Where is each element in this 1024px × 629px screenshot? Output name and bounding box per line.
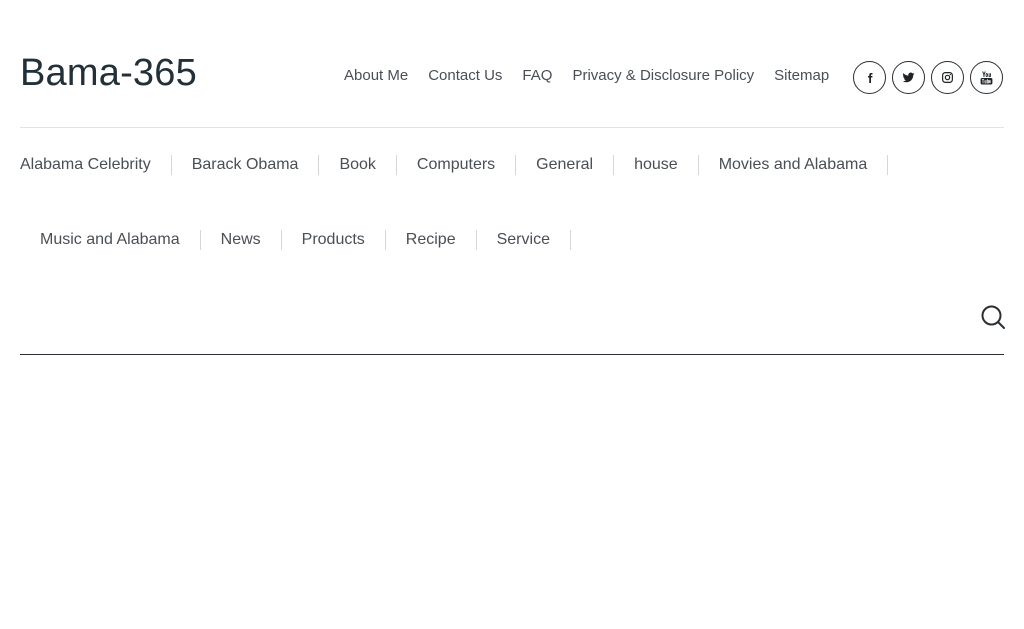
category-item[interactable]: General [536,155,634,175]
menu-separator [384,230,386,250]
youtube-button[interactable] [970,61,1003,94]
nav-faq[interactable]: FAQ [522,66,552,86]
site-title[interactable]: Bama-365 [20,50,197,96]
menu-separator [199,230,201,250]
menu-separator [475,230,477,250]
category-item[interactable]: Recipe [406,230,497,250]
instagram-icon [942,72,953,83]
header-divider [20,127,1004,128]
menu-separator [395,155,397,175]
category-item[interactable]: house [634,155,719,175]
nav-privacy-policy[interactable]: Privacy & Disclosure Policy [572,66,754,86]
category-item[interactable]: Computers [417,155,536,175]
twitter-button[interactable] [892,61,925,94]
category-label: Book [339,156,376,173]
youtube-icon [980,71,993,84]
top-navigation: About Me Contact Us FAQ Privacy & Disclo… [344,66,829,86]
menu-separator [318,155,320,175]
category-label: General [536,156,594,173]
menu-separator [170,155,172,175]
twitter-icon [902,72,915,83]
category-item[interactable]: Movies and Alabama [719,155,909,175]
category-item[interactable]: News [221,230,302,250]
category-label: Products [301,231,365,248]
category-label: Music and Alabama [40,231,180,248]
category-label: Barack Obama [191,156,299,173]
category-menu-row-1: Alabama Celebrity Barack Obama Book Comp… [20,154,908,176]
category-item[interactable]: Book [339,155,416,175]
category-item[interactable]: Music and Alabama [40,230,221,250]
category-item[interactable]: Service [497,230,591,250]
category-item[interactable]: Barack Obama [192,155,340,175]
menu-separator [280,230,282,250]
category-label: Alabama Celebrity [20,156,151,173]
page: Bama-365 About Me Contact Us FAQ Privacy… [0,0,1024,629]
menu-separator [697,155,699,175]
category-menu-row-2: Music and Alabama News Products Recipe S… [40,229,591,251]
menu-separator [613,155,615,175]
category-item[interactable]: Products [302,230,406,250]
nav-about-me[interactable]: About Me [344,66,408,86]
instagram-button[interactable] [931,61,964,94]
search-bar-underline [20,354,1004,355]
menu-separator [887,155,889,175]
facebook-button[interactable] [853,61,886,94]
facebook-icon [867,72,872,83]
nav-contact-us[interactable]: Contact Us [428,66,502,86]
category-label: Service [496,231,550,248]
social-links [853,61,1003,94]
nav-sitemap[interactable]: Sitemap [774,66,829,86]
category-label: Movies and Alabama [718,156,868,173]
category-label: Recipe [405,231,456,248]
category-item[interactable]: Alabama Celebrity [20,155,192,175]
menu-separator [515,155,517,175]
category-label: Computers [416,156,496,173]
category-label: News [220,231,261,248]
category-label: house [634,156,678,173]
search-icon [981,305,1005,329]
search-button[interactable] [980,304,1006,330]
menu-separator [569,230,571,250]
